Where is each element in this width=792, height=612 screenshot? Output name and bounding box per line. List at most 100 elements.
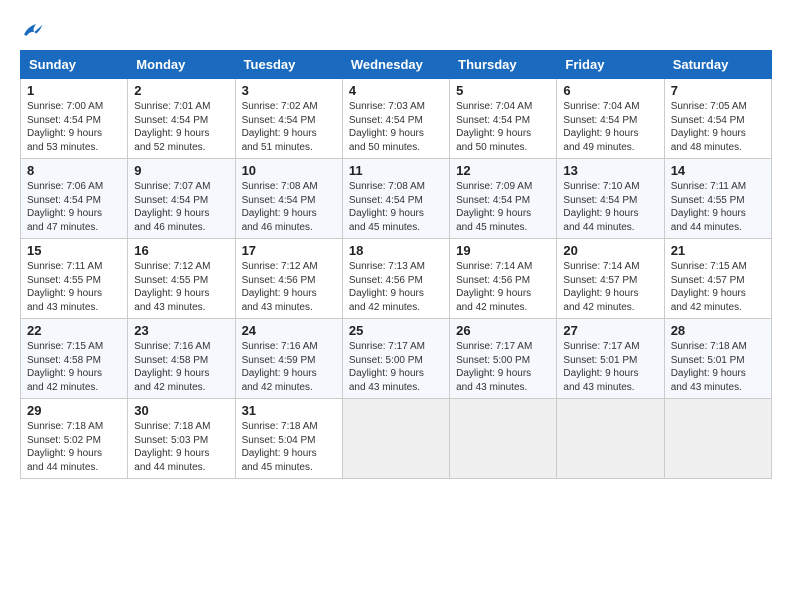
day-number: 21 — [671, 243, 765, 258]
weekday-header-tuesday: Tuesday — [235, 51, 342, 79]
day-info: Sunrise: 7:05 AMSunset: 4:54 PMDaylight:… — [671, 100, 765, 154]
day-number: 22 — [27, 323, 121, 338]
day-info: Sunrise: 7:18 AMSunset: 5:03 PMDaylight:… — [134, 420, 228, 474]
day-number: 6 — [563, 83, 657, 98]
day-info: Sunrise: 7:04 AMSunset: 4:54 PMDaylight:… — [456, 100, 550, 154]
calendar-week-row: 15 Sunrise: 7:11 AMSunset: 4:55 PMDayligh… — [21, 239, 772, 319]
day-number: 8 — [27, 163, 121, 178]
day-info: Sunrise: 7:01 AMSunset: 4:54 PMDaylight:… — [134, 100, 228, 154]
day-number: 17 — [242, 243, 336, 258]
day-info: Sunrise: 7:03 AMSunset: 4:54 PMDaylight:… — [349, 100, 443, 154]
day-number: 25 — [349, 323, 443, 338]
day-info: Sunrise: 7:14 AMSunset: 4:57 PMDaylight:… — [563, 260, 657, 314]
weekday-header-friday: Friday — [557, 51, 664, 79]
day-info: Sunrise: 7:15 AMSunset: 4:58 PMDaylight:… — [27, 340, 121, 394]
calendar-cell: 7Sunrise: 7:05 AMSunset: 4:54 PMDaylight… — [664, 79, 771, 159]
day-number: 19 — [456, 243, 550, 258]
calendar-cell: 16 Sunrise: 7:12 AMSunset: 4:55 PMDayligh… — [128, 239, 235, 319]
day-info: Sunrise: 7:00 AMSunset: 4:54 PMDaylight:… — [27, 100, 121, 154]
day-number: 4 — [349, 83, 443, 98]
day-number: 14 — [671, 163, 765, 178]
day-number: 9 — [134, 163, 228, 178]
day-info: Sunrise: 7:16 AMSunset: 4:58 PMDaylight:… — [134, 340, 228, 394]
logo-icon — [20, 20, 44, 40]
day-number: 23 — [134, 323, 228, 338]
calendar-week-row: 8 Sunrise: 7:06 AMSunset: 4:54 PMDaylight… — [21, 159, 772, 239]
day-number: 5 — [456, 83, 550, 98]
weekday-header-saturday: Saturday — [664, 51, 771, 79]
day-number: 13 — [563, 163, 657, 178]
day-number: 2 — [134, 83, 228, 98]
calendar-cell: 22 Sunrise: 7:15 AMSunset: 4:58 PMDayligh… — [21, 319, 128, 399]
day-info: Sunrise: 7:18 AMSunset: 5:01 PMDaylight:… — [671, 340, 765, 394]
day-info: Sunrise: 7:11 AMSunset: 4:55 PMDaylight:… — [671, 180, 765, 234]
day-info: Sunrise: 7:18 AMSunset: 5:02 PMDaylight:… — [27, 420, 121, 474]
calendar-table: SundayMondayTuesdayWednesdayThursdayFrid… — [20, 50, 772, 479]
day-info: Sunrise: 7:10 AMSunset: 4:54 PMDaylight:… — [563, 180, 657, 234]
day-number: 28 — [671, 323, 765, 338]
day-info: Sunrise: 7:08 AMSunset: 4:54 PMDaylight:… — [349, 180, 443, 234]
day-number: 24 — [242, 323, 336, 338]
calendar-cell: 30 Sunrise: 7:18 AMSunset: 5:03 PMDayligh… — [128, 399, 235, 479]
day-number: 18 — [349, 243, 443, 258]
calendar-cell: 11Sunrise: 7:08 AMSunset: 4:54 PMDayligh… — [342, 159, 449, 239]
day-number: 26 — [456, 323, 550, 338]
calendar-week-row: 22 Sunrise: 7:15 AMSunset: 4:58 PMDayligh… — [21, 319, 772, 399]
day-info: Sunrise: 7:04 AMSunset: 4:54 PMDaylight:… — [563, 100, 657, 154]
weekday-header-row: SundayMondayTuesdayWednesdayThursdayFrid… — [21, 51, 772, 79]
day-number: 30 — [134, 403, 228, 418]
weekday-header-monday: Monday — [128, 51, 235, 79]
calendar-cell: 1 Sunrise: 7:00 AMSunset: 4:54 PMDaylight… — [21, 79, 128, 159]
calendar-cell: 31 Sunrise: 7:18 AMSunset: 5:04 PMDayligh… — [235, 399, 342, 479]
calendar-cell: 18 Sunrise: 7:13 AMSunset: 4:56 PMDayligh… — [342, 239, 449, 319]
logo — [20, 20, 48, 40]
day-info: Sunrise: 7:17 AMSunset: 5:00 PMDaylight:… — [456, 340, 550, 394]
day-number: 3 — [242, 83, 336, 98]
day-info: Sunrise: 7:16 AMSunset: 4:59 PMDaylight:… — [242, 340, 336, 394]
calendar-cell: 19 Sunrise: 7:14 AMSunset: 4:56 PMDayligh… — [450, 239, 557, 319]
calendar-cell: 4 Sunrise: 7:03 AMSunset: 4:54 PMDaylight… — [342, 79, 449, 159]
calendar-cell: 25 Sunrise: 7:17 AMSunset: 5:00 PMDayligh… — [342, 319, 449, 399]
calendar-cell: 9 Sunrise: 7:07 AMSunset: 4:54 PMDaylight… — [128, 159, 235, 239]
header — [20, 20, 772, 40]
day-info: Sunrise: 7:02 AMSunset: 4:54 PMDaylight:… — [242, 100, 336, 154]
day-number: 29 — [27, 403, 121, 418]
calendar-cell: 20 Sunrise: 7:14 AMSunset: 4:57 PMDayligh… — [557, 239, 664, 319]
day-info: Sunrise: 7:11 AMSunset: 4:55 PMDaylight:… — [27, 260, 121, 314]
day-number: 16 — [134, 243, 228, 258]
day-info: Sunrise: 7:07 AMSunset: 4:54 PMDaylight:… — [134, 180, 228, 234]
calendar-cell: 13 Sunrise: 7:10 AMSunset: 4:54 PMDayligh… — [557, 159, 664, 239]
day-info: Sunrise: 7:12 AMSunset: 4:56 PMDaylight:… — [242, 260, 336, 314]
calendar-cell: 27Sunrise: 7:17 AMSunset: 5:01 PMDayligh… — [557, 319, 664, 399]
day-info: Sunrise: 7:12 AMSunset: 4:55 PMDaylight:… — [134, 260, 228, 314]
calendar-cell — [557, 399, 664, 479]
calendar-cell — [450, 399, 557, 479]
calendar-cell: 23 Sunrise: 7:16 AMSunset: 4:58 PMDayligh… — [128, 319, 235, 399]
calendar-cell — [664, 399, 771, 479]
weekday-header-thursday: Thursday — [450, 51, 557, 79]
calendar-cell: 15 Sunrise: 7:11 AMSunset: 4:55 PMDayligh… — [21, 239, 128, 319]
day-info: Sunrise: 7:13 AMSunset: 4:56 PMDaylight:… — [349, 260, 443, 314]
calendar-cell: 6 Sunrise: 7:04 AMSunset: 4:54 PMDaylight… — [557, 79, 664, 159]
calendar-cell: 10Sunrise: 7:08 AMSunset: 4:54 PMDayligh… — [235, 159, 342, 239]
calendar-cell — [342, 399, 449, 479]
weekday-header-sunday: Sunday — [21, 51, 128, 79]
calendar-cell: 14 Sunrise: 7:11 AMSunset: 4:55 PMDayligh… — [664, 159, 771, 239]
day-info: Sunrise: 7:08 AMSunset: 4:54 PMDaylight:… — [242, 180, 336, 234]
day-number: 31 — [242, 403, 336, 418]
calendar-cell: 17 Sunrise: 7:12 AMSunset: 4:56 PMDayligh… — [235, 239, 342, 319]
day-info: Sunrise: 7:09 AMSunset: 4:54 PMDaylight:… — [456, 180, 550, 234]
calendar-week-row: 1 Sunrise: 7:00 AMSunset: 4:54 PMDaylight… — [21, 79, 772, 159]
day-info: Sunrise: 7:18 AMSunset: 5:04 PMDaylight:… — [242, 420, 336, 474]
day-number: 1 — [27, 83, 121, 98]
day-info: Sunrise: 7:17 AMSunset: 5:01 PMDaylight:… — [563, 340, 657, 394]
day-number: 12 — [456, 163, 550, 178]
calendar-cell: 28 Sunrise: 7:18 AMSunset: 5:01 PMDayligh… — [664, 319, 771, 399]
calendar-cell: 5 Sunrise: 7:04 AMSunset: 4:54 PMDaylight… — [450, 79, 557, 159]
day-number: 15 — [27, 243, 121, 258]
day-info: Sunrise: 7:17 AMSunset: 5:00 PMDaylight:… — [349, 340, 443, 394]
day-number: 20 — [563, 243, 657, 258]
day-info: Sunrise: 7:14 AMSunset: 4:56 PMDaylight:… — [456, 260, 550, 314]
day-info: Sunrise: 7:06 AMSunset: 4:54 PMDaylight:… — [27, 180, 121, 234]
calendar-cell: 21Sunrise: 7:15 AMSunset: 4:57 PMDayligh… — [664, 239, 771, 319]
